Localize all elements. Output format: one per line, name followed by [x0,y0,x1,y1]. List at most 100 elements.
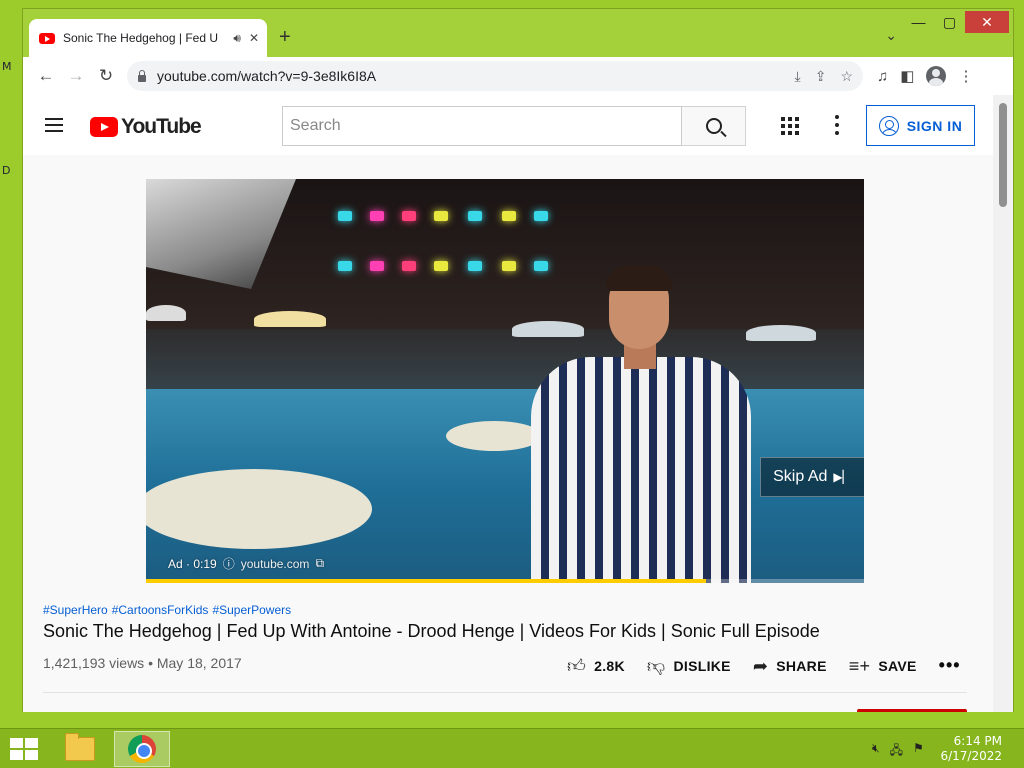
tab-search-chevron-icon[interactable]: ⌄ [885,27,897,44]
url-text[interactable]: youtube.com/watch?v=9-3e8Ik6I8A [157,68,795,84]
sign-in-label: SIGN IN [906,117,963,134]
scene-umbrella [512,321,584,337]
subscribe-button[interactable] [857,709,967,712]
chrome-taskbar-button[interactable] [114,731,170,767]
ad-progress-fill [146,579,707,583]
media-queue-icon[interactable]: ♫ [877,68,888,85]
skip-ad-label: Skip Ad [773,468,828,485]
omnibox-actions: ⤓ ⇪ ☆ [795,68,854,85]
hashtag-link[interactable]: #CartoonsForKids [112,603,209,617]
youtube-logo[interactable]: YouTube [90,115,202,139]
save-label: SAVE [878,657,917,674]
like-count: 2.8K [594,657,625,674]
minimize-button[interactable]: — [903,11,934,33]
video-title: Sonic The Hedgehog | Fed Up With Antoine… [43,621,820,641]
network-icon[interactable]: 🖧︎ [890,741,903,762]
bookmark-star-icon[interactable]: ☆ [840,68,853,85]
video-actions: 👍︎ 2.8K 👎︎ DISLIKE ➦ SHARE ≡+ SAVE ••• [567,655,961,676]
youtube-page: YouTube Search SIGN IN Ad · 0:19 ⓘ youtu… [23,95,995,712]
tab-title: Sonic The Hedgehog | Fed U [63,31,218,45]
chrome-menu-icon[interactable]: ⋮ [958,67,973,85]
scene-umbrella [254,311,326,327]
maximize-button[interactable]: ▢ [934,11,965,33]
install-app-icon[interactable]: ⤓ [795,68,801,85]
tab-strip: Sonic The Hedgehog | Fed U 🔊︎ ✕ + ⌄ — ▢ … [23,9,1013,57]
scene-float [446,421,542,451]
playlist-add-icon: ≡+ [848,655,871,676]
search-input[interactable]: Search [282,106,682,146]
clock-time: 6:14 PM [953,734,1002,748]
scene-float [146,469,372,549]
address-bar[interactable]: youtube.com/watch?v=9-3e8Ik6I8A ⤓ ⇪ ☆ [127,61,863,91]
neon-light [468,211,482,221]
scene-person-hair [606,265,672,291]
browser-toolbar: ← → ↻ youtube.com/watch?v=9-3e8Ik6I8A ⤓ … [23,57,1013,95]
share-arrow-icon: ➦ [752,655,769,676]
system-tray: 🔇︎ 🖧︎ ⚑ [872,741,924,762]
section-divider [43,692,967,693]
new-tab-button[interactable]: + [279,27,291,47]
file-explorer-taskbar-button[interactable] [52,731,108,767]
ad-badge: Ad · 0:19 ⓘ youtube.com ⧉ [168,555,324,572]
toolbar-right: ♫ ◧ ⋮ [877,66,973,86]
profile-avatar-icon[interactable] [926,66,947,86]
youtube-favicon-icon [39,32,55,44]
hashtag-list: #SuperHero #CartoonsForKids #SuperPowers [43,603,291,617]
youtube-logo-text: YouTube [121,115,202,138]
folder-icon [65,733,95,761]
lock-icon[interactable] [137,70,147,82]
windows-start-icon[interactable] [10,738,38,760]
neon-light [402,211,416,221]
view-count-date: 1,421,193 views • May 18, 2017 [43,655,242,671]
settings-more-icon[interactable] [835,115,839,135]
action-center-flag-icon[interactable]: ⚑ [913,741,924,762]
dislike-button[interactable]: 👎︎ DISLIKE [647,657,731,675]
side-panel-icon[interactable]: ◧ [900,67,914,85]
video-player[interactable]: Ad · 0:19 ⓘ youtube.com ⧉ Skip Ad ▶▏ [146,179,864,583]
like-button[interactable]: 👍︎ 2.8K [567,657,625,675]
apps-grid-icon[interactable] [781,117,799,135]
thumbs-down-icon: 👎︎ [646,655,666,676]
ad-domain-link[interactable]: youtube.com [241,557,310,571]
neon-light [338,261,352,271]
search-icon [705,118,722,134]
neon-light [534,211,548,221]
save-button[interactable]: ≡+ SAVE [849,657,917,675]
scrollbar-thumb[interactable] [999,103,1007,207]
neon-light [534,261,548,271]
browser-tab[interactable]: Sonic The Hedgehog | Fed U 🔊︎ ✕ [29,19,267,57]
forward-arrow-icon[interactable]: → [61,61,91,91]
window-close-button[interactable]: ✕ [965,11,1009,33]
skip-ad-button[interactable]: Skip Ad ▶▏ [760,457,864,497]
youtube-header: YouTube Search SIGN IN [23,95,995,155]
back-arrow-icon[interactable]: ← [31,61,61,91]
search-button[interactable] [682,106,746,146]
info-icon[interactable]: ⓘ [223,555,235,572]
speaker-icon[interactable]: 🔊︎ [233,31,241,46]
neon-light [338,211,352,221]
reload-icon[interactable]: ↻ [91,61,121,91]
clock-date: 6/17/2022 [940,749,1002,763]
taskbar-clock[interactable]: 6:14 PM 6/17/2022 [940,734,1002,764]
more-actions-icon[interactable]: ••• [939,655,961,676]
page-scrollbar[interactable] [993,95,1013,712]
account-circle-icon [878,115,899,136]
share-label: SHARE [776,657,827,674]
hashtag-link[interactable]: #SuperPowers [212,603,291,617]
neon-light [402,261,416,271]
hashtag-link[interactable]: #SuperHero [43,603,108,617]
ad-progress-bar[interactable] [146,579,864,583]
neon-light [434,261,448,271]
sign-in-button[interactable]: SIGN IN [866,105,975,146]
share-page-icon[interactable]: ⇪ [815,68,827,85]
window-controls: — ▢ ✕ [903,11,1009,33]
share-button[interactable]: ➦ SHARE [753,657,827,675]
dislike-label: DISLIKE [673,657,731,674]
search-placeholder: Search [290,117,341,134]
tab-close-icon[interactable]: ✕ [249,31,259,45]
volume-muted-icon[interactable]: 🔇︎ [872,741,880,762]
taskbar: 🔇︎ 🖧︎ ⚑ 6:14 PM 6/17/2022 [0,728,1024,768]
hamburger-menu-icon[interactable] [45,118,63,132]
youtube-play-logo-icon [90,117,118,137]
scene-person [531,357,751,583]
